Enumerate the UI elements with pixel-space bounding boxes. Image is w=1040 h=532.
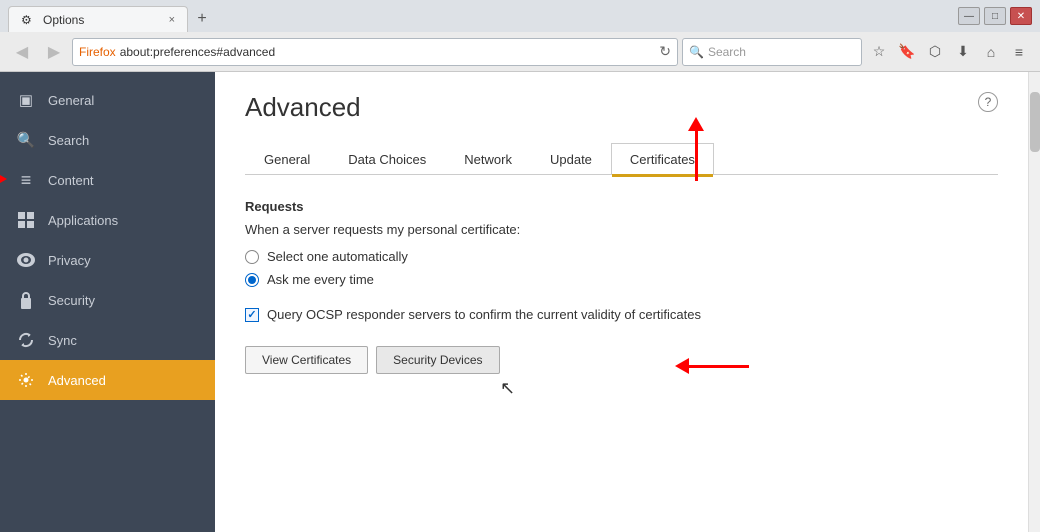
ocsp-checkbox-label: Query OCSP responder servers to confirm … [267, 307, 701, 322]
tab-favicon: ⚙ [21, 13, 35, 27]
search-nav-icon: 🔍 [689, 45, 704, 59]
close-window-button[interactable]: ✕ [1010, 7, 1032, 25]
menu-button[interactable]: ≡ [1006, 39, 1032, 65]
sidebar-item-privacy[interactable]: Privacy [0, 240, 215, 280]
requests-title: Requests [245, 199, 998, 214]
sidebar-item-security[interactable]: Security [0, 280, 215, 320]
sidebar-item-label-advanced: Advanced [48, 373, 106, 388]
pocket-button[interactable]: ⬡ [922, 39, 948, 65]
page-tabs: General Data Choices Network Update Cert… [245, 143, 998, 175]
main-area: ▣ General 🔍 Search ≡ Content Application… [0, 72, 1040, 532]
sidebar-item-label-privacy: Privacy [48, 253, 91, 268]
minimize-button[interactable]: — [958, 7, 980, 25]
tab-title: Options [43, 13, 84, 27]
reader-button[interactable]: 🔖 [894, 39, 920, 65]
title-bar: ⚙ Options × + — □ ✕ [0, 0, 1040, 32]
radio-auto[interactable]: Select one automatically [245, 249, 998, 264]
general-icon: ▣ [16, 90, 36, 110]
nav-tools: ☆ 🔖 ⬡ ⬇ ⌂ ≡ [866, 39, 1032, 65]
address-bar[interactable]: Firefox about:preferences#advanced ↻ [72, 38, 678, 66]
home-button[interactable]: ⌂ [978, 39, 1004, 65]
sidebar: ▣ General 🔍 Search ≡ Content Application… [0, 72, 215, 532]
sidebar-item-label-sync: Sync [48, 333, 77, 348]
cursor-pointer: ↖ [500, 378, 515, 399]
scrollbar-thumb[interactable] [1030, 92, 1040, 152]
sidebar-item-search[interactable]: 🔍 Search [0, 120, 215, 160]
sidebar-item-general[interactable]: ▣ General [0, 80, 215, 120]
download-button[interactable]: ⬇ [950, 39, 976, 65]
maximize-button[interactable]: □ [984, 7, 1006, 25]
privacy-icon [16, 250, 36, 270]
radio-ask-circle[interactable] [245, 273, 259, 287]
sync-icon [16, 330, 36, 350]
sidebar-item-applications[interactable]: Applications [0, 200, 215, 240]
browser-window: ⚙ Options × + — □ ✕ ◀ ▶ Firefox about:pr… [0, 0, 1040, 532]
sidebar-item-advanced[interactable]: Advanced [0, 360, 215, 400]
radio-group: Select one automatically Ask me every ti… [245, 249, 998, 287]
forward-button[interactable]: ▶ [40, 38, 68, 66]
sidebar-item-label-general: General [48, 93, 94, 108]
page-title-text: Advanced [245, 92, 361, 123]
security-icon [16, 290, 36, 310]
certificates-tab-arrow [688, 117, 704, 181]
content-wrapper: Advanced ? General Data Choices Network [245, 92, 998, 374]
help-icon-text: ? [985, 95, 992, 109]
address-text: about:preferences#advanced [120, 45, 656, 59]
radio-ask[interactable]: Ask me every time [245, 272, 998, 287]
view-certificates-button[interactable]: View Certificates [245, 346, 368, 374]
sidebar-arrow [0, 171, 7, 187]
firefox-icon: Firefox [79, 45, 116, 59]
sidebar-item-content[interactable]: ≡ Content [0, 160, 215, 200]
sidebar-item-label-content: Content [48, 173, 94, 188]
checkbox-checkmark: ✓ [247, 308, 256, 321]
close-tab-button[interactable]: × [169, 14, 175, 26]
page-title-row: Advanced ? [245, 92, 998, 123]
window-controls: — □ ✕ [958, 7, 1032, 25]
search-nav-text: Search [708, 45, 746, 59]
requests-desc: When a server requests my personal certi… [245, 222, 998, 237]
ocsp-checkbox[interactable]: ✓ [245, 308, 259, 322]
certificates-buttons: View Certificates Security Devices ↖ [245, 346, 998, 374]
tab-general[interactable]: General [245, 143, 329, 175]
search-bar[interactable]: 🔍 Search [682, 38, 862, 66]
ocsp-checkbox-row: ✓ Query OCSP responder servers to confir… [245, 307, 998, 322]
sidebar-item-label-search: Search [48, 133, 89, 148]
radio-auto-circle[interactable] [245, 250, 259, 264]
tab-network[interactable]: Network [445, 143, 531, 175]
back-button[interactable]: ◀ [8, 38, 36, 66]
search-icon: 🔍 [16, 130, 36, 150]
sidebar-item-label-security: Security [48, 293, 95, 308]
tab-update[interactable]: Update [531, 143, 611, 175]
sidebar-item-label-applications: Applications [48, 213, 118, 228]
new-tab-button[interactable]: + [188, 6, 216, 32]
bookmark-button[interactable]: ☆ [866, 39, 892, 65]
tab-bar: ⚙ Options × + [8, 0, 954, 32]
advanced-icon [16, 370, 36, 390]
options-tab[interactable]: ⚙ Options × [8, 6, 188, 32]
security-devices-button[interactable]: Security Devices [376, 346, 499, 374]
certificates-section: Requests When a server requests my perso… [245, 199, 998, 374]
applications-icon [16, 210, 36, 230]
radio-auto-label: Select one automatically [267, 249, 408, 264]
content-area: Advanced ? General Data Choices Network [215, 72, 1028, 532]
help-icon[interactable]: ? [978, 92, 998, 112]
radio-ask-label: Ask me every time [267, 272, 374, 287]
tab-data-choices[interactable]: Data Choices [329, 143, 445, 175]
scrollbar[interactable] [1028, 72, 1040, 532]
reload-button[interactable]: ↻ [659, 43, 671, 60]
security-devices-arrow [675, 358, 749, 374]
sidebar-item-sync[interactable]: Sync [0, 320, 215, 360]
nav-bar: ◀ ▶ Firefox about:preferences#advanced ↻… [0, 32, 1040, 72]
content-icon: ≡ [16, 170, 36, 190]
